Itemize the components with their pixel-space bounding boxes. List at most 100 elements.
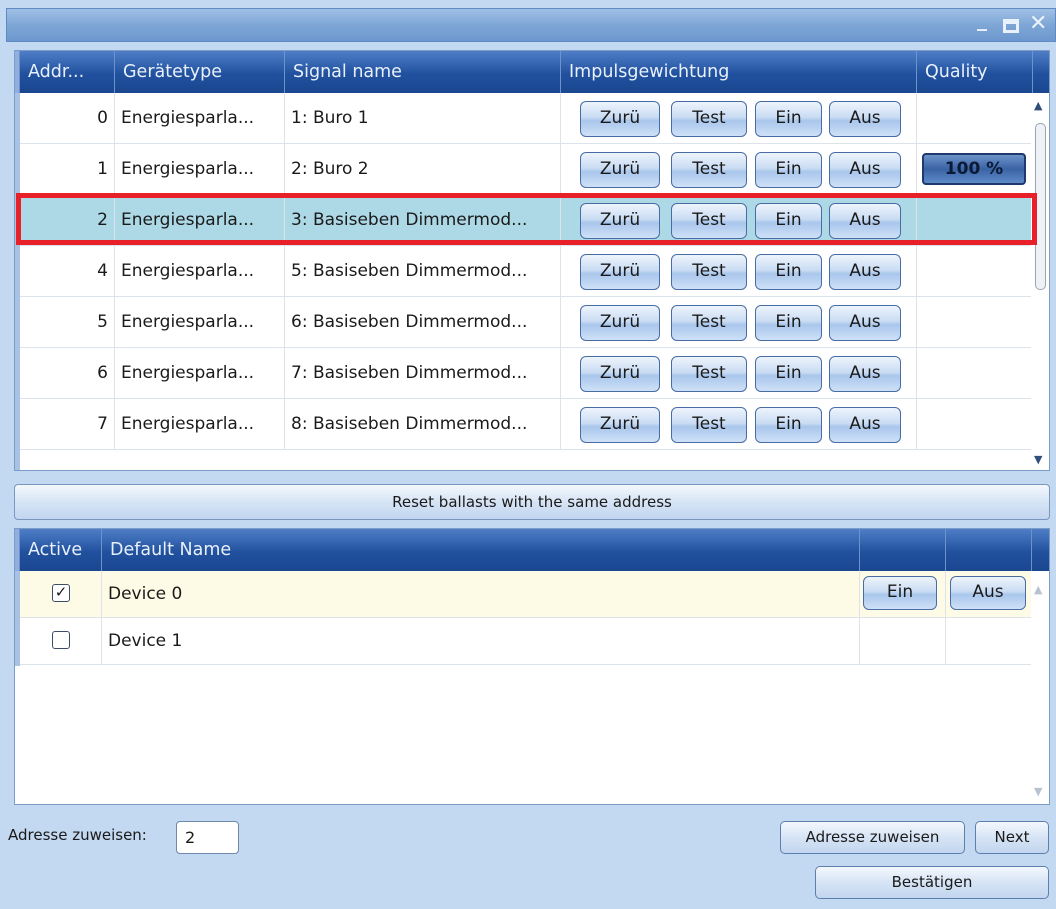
test-button[interactable]: Test xyxy=(671,305,747,341)
ballast-row[interactable]: 2 Energiesparla... 3: Basiseben Dimmermod.… xyxy=(20,195,1033,246)
reset-ballasts-button[interactable]: Reset ballasts with the same address xyxy=(14,484,1050,520)
off-button[interactable]: Aus xyxy=(829,305,901,341)
ballast-row[interactable]: 0 Energiesparla... 1: Buro 1 Zurü Test Ein Aus xyxy=(20,93,1033,144)
close-icon[interactable]: ✕ xyxy=(1029,11,1047,36)
row-address: 7 xyxy=(20,399,115,449)
row-signal-name: 5: Basiseben Dimmermod... xyxy=(285,246,561,296)
back-button[interactable]: Zurü xyxy=(580,356,660,392)
row-quality-cell xyxy=(917,399,1033,449)
address-input[interactable]: 2 xyxy=(176,821,239,854)
test-button[interactable]: Test xyxy=(671,101,747,137)
ballast-grid: Addr... Gerätetype Signal name Impulsgew… xyxy=(14,50,1050,471)
row-impulse-buttons: Zurü Test Ein Aus xyxy=(561,93,917,143)
row-quality-cell xyxy=(917,93,1033,143)
scroll-down-icon[interactable]: ▼ xyxy=(1034,785,1042,798)
off-button[interactable]: Aus xyxy=(829,101,901,137)
back-button[interactable]: Zurü xyxy=(580,203,660,239)
test-button[interactable]: Test xyxy=(671,356,747,392)
row-quality-cell xyxy=(917,195,1033,245)
scroll-down-icon[interactable]: ▼ xyxy=(1034,453,1042,466)
ballast-grid-scrollbar[interactable]: ▲ ▼ xyxy=(1031,93,1049,470)
on-button[interactable]: Ein xyxy=(755,356,822,392)
on-button[interactable]: Ein xyxy=(755,203,822,239)
device-grid-header: Active Default Name xyxy=(15,529,1049,571)
device-ein-button[interactable]: Ein xyxy=(863,576,937,610)
column-header-type[interactable]: Gerätetype xyxy=(115,51,285,93)
on-button[interactable]: Ein xyxy=(755,407,822,443)
device-grid-scrollbar[interactable]: ▲ ▼ xyxy=(1031,571,1049,804)
column-header-active[interactable]: Active xyxy=(20,529,102,571)
off-button[interactable]: Aus xyxy=(829,152,901,188)
row-signal-name: 3: Basiseben Dimmermod... xyxy=(285,195,561,245)
assign-address-button[interactable]: Adresse zuweisen xyxy=(780,821,965,854)
on-button[interactable]: Ein xyxy=(755,305,822,341)
test-button[interactable]: Test xyxy=(671,152,747,188)
row-address: 6 xyxy=(20,348,115,398)
off-button[interactable]: Aus xyxy=(829,356,901,392)
row-impulse-buttons: Zurü Test Ein Aus xyxy=(561,195,917,245)
row-signal-name: 7: Basiseben Dimmermod... xyxy=(285,348,561,398)
column-header-signal-name[interactable]: Signal name xyxy=(285,51,561,93)
device-row[interactable]: Device 1 xyxy=(20,618,1033,665)
ballast-row-partial[interactable] xyxy=(20,450,1033,470)
device-row[interactable]: ✓ Device 0 Ein Aus xyxy=(20,571,1033,618)
row-signal-name: 6: Basiseben Dimmermod... xyxy=(285,297,561,347)
row-impulse-buttons: Zurü Test Ein Aus xyxy=(561,399,917,449)
on-button[interactable]: Ein xyxy=(755,152,822,188)
minimize-icon[interactable]: _ xyxy=(977,7,987,31)
off-button[interactable]: Aus xyxy=(829,203,901,239)
off-button[interactable]: Aus xyxy=(829,254,901,290)
row-device-type: Energiesparla... xyxy=(115,399,285,449)
address-label: Adresse zuweisen: xyxy=(8,826,147,844)
column-header-impulse[interactable]: Impulsgewichtung xyxy=(561,51,917,93)
on-button[interactable]: Ein xyxy=(755,254,822,290)
ballast-row[interactable]: 1 Energiesparla... 2: Buro 2 Zurü Test Ein Aus… xyxy=(20,144,1033,195)
row-quality-cell xyxy=(917,348,1033,398)
aus-cell: Aus xyxy=(946,571,1032,617)
row-device-type: Energiesparla... xyxy=(115,246,285,296)
scrollbar-thumb[interactable] xyxy=(1035,123,1046,290)
column-header-aus[interactable] xyxy=(946,529,1032,571)
back-button[interactable]: Zurü xyxy=(580,407,660,443)
scroll-up-icon[interactable]: ▲ xyxy=(1034,99,1042,112)
row-address: 1 xyxy=(20,144,115,194)
ballast-row[interactable]: 4 Energiesparla... 5: Basiseben Dimmermod.… xyxy=(20,246,1033,297)
active-cell: ✓ xyxy=(20,571,102,617)
aus-cell xyxy=(946,618,1032,664)
row-address: 4 xyxy=(20,246,115,296)
back-button[interactable]: Zurü xyxy=(580,254,660,290)
device-aus-button[interactable]: Aus xyxy=(950,576,1026,610)
off-button[interactable]: Aus xyxy=(829,407,901,443)
row-impulse-buttons: Zurü Test Ein Aus xyxy=(561,144,917,194)
ballast-row[interactable]: 5 Energiesparla... 6: Basiseben Dimmermod.… xyxy=(20,297,1033,348)
next-button[interactable]: Next xyxy=(975,821,1049,854)
row-device-type: Energiesparla... xyxy=(115,297,285,347)
scroll-up-icon[interactable]: ▲ xyxy=(1034,583,1042,596)
column-header-addr[interactable]: Addr... xyxy=(20,51,115,93)
confirm-button[interactable]: Bestätigen xyxy=(815,866,1049,899)
device-name: Device 1 xyxy=(102,618,860,664)
column-header-ein[interactable] xyxy=(860,529,946,571)
title-bar: _ ✕ xyxy=(6,7,1056,42)
row-impulse-buttons: Zurü Test Ein Aus xyxy=(561,348,917,398)
column-header-default-name[interactable]: Default Name xyxy=(102,529,860,571)
row-address: 2 xyxy=(20,195,115,245)
test-button[interactable]: Test xyxy=(671,407,747,443)
on-button[interactable]: Ein xyxy=(755,101,822,137)
back-button[interactable]: Zurü xyxy=(580,101,660,137)
back-button[interactable]: Zurü xyxy=(580,152,660,188)
row-address: 0 xyxy=(20,93,115,143)
row-address: 5 xyxy=(20,297,115,347)
active-checkbox[interactable]: ✓ xyxy=(52,584,70,602)
test-button[interactable]: Test xyxy=(671,254,747,290)
row-signal-name: 8: Basiseben Dimmermod... xyxy=(285,399,561,449)
quality-indicator: 100 % xyxy=(922,153,1026,185)
back-button[interactable]: Zurü xyxy=(580,305,660,341)
ballast-row[interactable]: 7 Energiesparla... 8: Basiseben Dimmermod.… xyxy=(20,399,1033,450)
test-button[interactable]: Test xyxy=(671,203,747,239)
row-signal-name: 2: Buro 2 xyxy=(285,144,561,194)
active-checkbox[interactable] xyxy=(52,631,70,649)
ballast-row[interactable]: 6 Energiesparla... 7: Basiseben Dimmermod.… xyxy=(20,348,1033,399)
maximize-icon[interactable] xyxy=(1003,19,1019,33)
column-header-quality[interactable]: Quality xyxy=(917,51,1033,93)
